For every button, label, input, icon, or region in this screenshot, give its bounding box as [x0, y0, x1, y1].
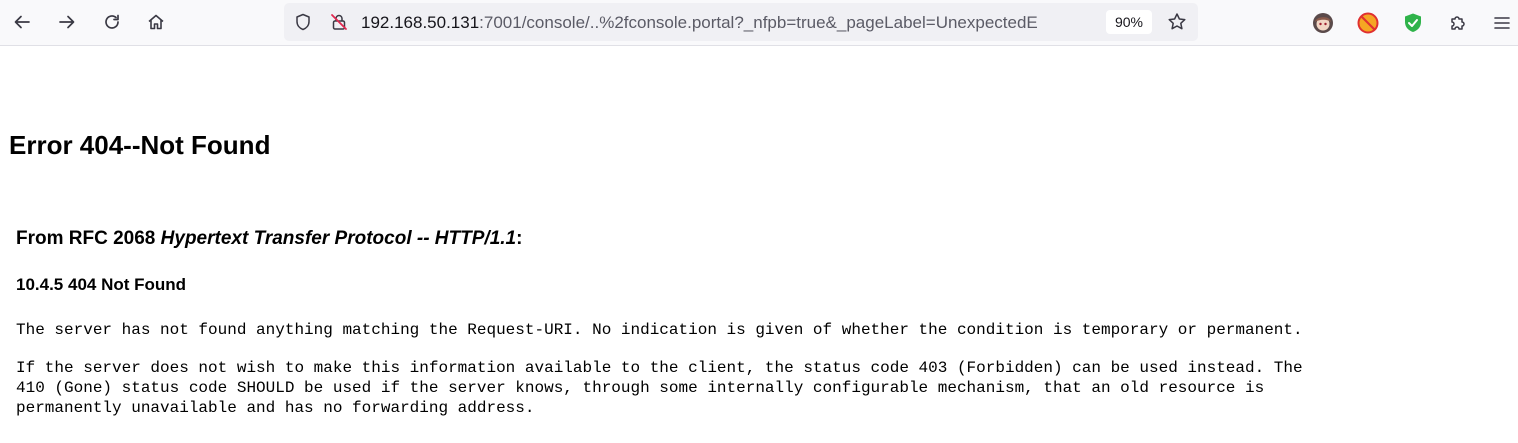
hamburger-menu-icon[interactable]: [1487, 8, 1517, 38]
rfc-suffix: :: [516, 228, 523, 249]
reload-icon: [105, 14, 119, 29]
home-button[interactable]: [139, 5, 173, 39]
puzzle-icon[interactable]: [1443, 8, 1473, 38]
url-path: :7001/console/..%2fconsole.portal?_nfpb=…: [479, 13, 1038, 32]
page-title: Error 404--Not Found: [9, 130, 271, 160]
url-host: 192.168.50.131: [361, 13, 480, 32]
anime-avatar-extension-icon[interactable]: [1308, 8, 1338, 38]
forward-arrow-icon: [59, 15, 75, 29]
url-text[interactable]: 192.168.50.131:7001/console/..%2fconsole…: [361, 12, 1109, 34]
back-arrow-icon: [14, 15, 30, 29]
forward-button[interactable]: [50, 5, 84, 39]
rfc-title: Hypertext Transfer Protocol -- HTTP/1.1: [160, 228, 517, 249]
home-icon: [148, 14, 164, 30]
shield-icon[interactable]: [293, 12, 313, 32]
green-shield-extension-icon[interactable]: [1398, 8, 1428, 38]
rfc-prefix: From RFC 2068: [16, 228, 161, 249]
paragraph-forbidden-gone: If the server does not wish to make this…: [16, 359, 1303, 417]
rfc-heading: From RFC 2068 Hypertext Transfer Protoco…: [16, 228, 522, 250]
blocked-extension-icon[interactable]: [1353, 8, 1383, 38]
paragraph-not-found: The server has not found anything matchi…: [16, 321, 1303, 339]
star-icon[interactable]: [1167, 12, 1187, 32]
address-bar[interactable]: 192.168.50.131:7001/console/..%2fconsole…: [284, 3, 1198, 41]
section-heading: 10.4.5 404 Not Found: [16, 275, 187, 294]
reload-button[interactable]: [95, 5, 129, 39]
zoom-level-badge[interactable]: 90%: [1106, 10, 1152, 34]
back-button[interactable]: [5, 5, 39, 39]
insecure-lock-icon[interactable]: [329, 12, 349, 32]
browser-toolbar: 192.168.50.131:7001/console/..%2fconsole…: [0, 0, 1518, 46]
